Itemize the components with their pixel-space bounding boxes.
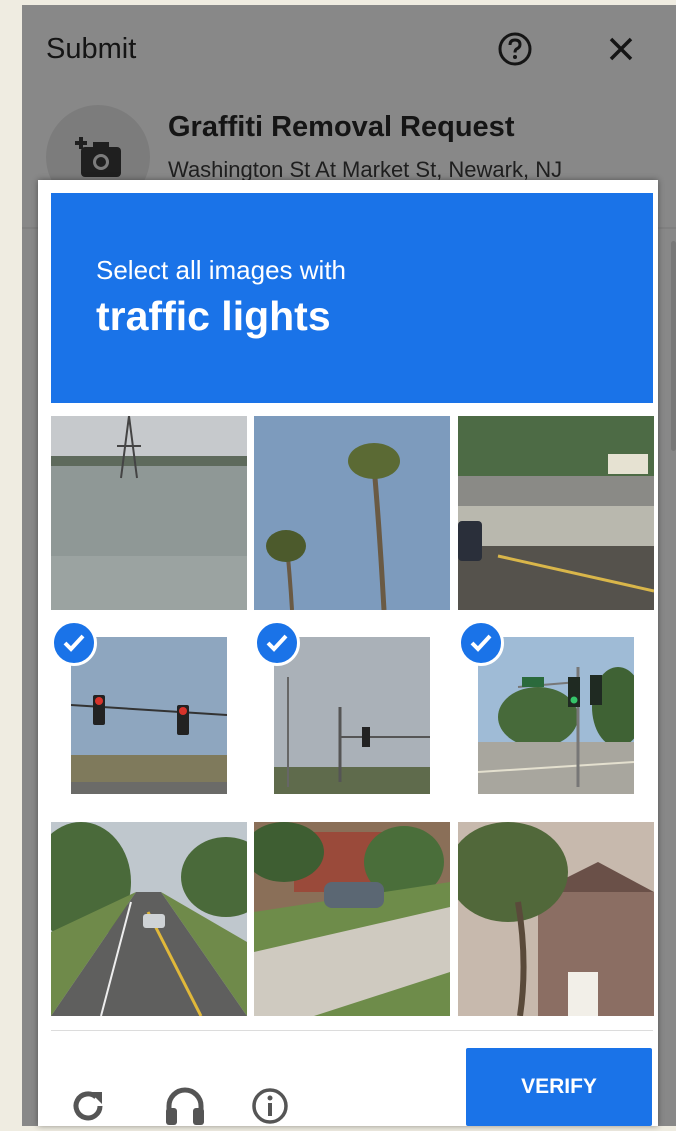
tile-image (478, 637, 634, 794)
footer-divider (51, 1030, 653, 1031)
captcha-tile[interactable] (458, 416, 654, 610)
captcha-tile[interactable] (254, 620, 450, 814)
tile-image (458, 416, 654, 610)
captcha-tile[interactable] (254, 416, 450, 610)
reload-icon[interactable] (68, 1086, 108, 1126)
captcha-dialog: Select all images with traffic lights VE… (38, 180, 658, 1126)
captcha-tile[interactable] (254, 822, 450, 1016)
tile-image (254, 416, 450, 610)
captcha-tile[interactable] (458, 822, 654, 1016)
check-icon (51, 620, 97, 666)
captcha-banner: Select all images with traffic lights (51, 193, 653, 403)
info-icon[interactable] (250, 1086, 290, 1126)
tile-image (458, 822, 654, 1016)
tile-image (71, 637, 227, 794)
tile-image (254, 822, 450, 1016)
captcha-tile[interactable] (51, 620, 247, 814)
captcha-tile[interactable] (51, 822, 247, 1016)
captcha-tile[interactable] (51, 416, 247, 610)
verify-button[interactable]: VERIFY (466, 1048, 652, 1126)
tile-image (51, 822, 247, 1016)
tile-image (51, 416, 247, 610)
headphones-icon[interactable] (163, 1086, 207, 1126)
check-icon (458, 620, 504, 666)
captcha-target: traffic lights (96, 293, 331, 339)
check-icon (254, 620, 300, 666)
captcha-instruction: Select all images with (96, 255, 346, 285)
tile-image (274, 637, 430, 794)
captcha-tile[interactable] (458, 620, 654, 814)
